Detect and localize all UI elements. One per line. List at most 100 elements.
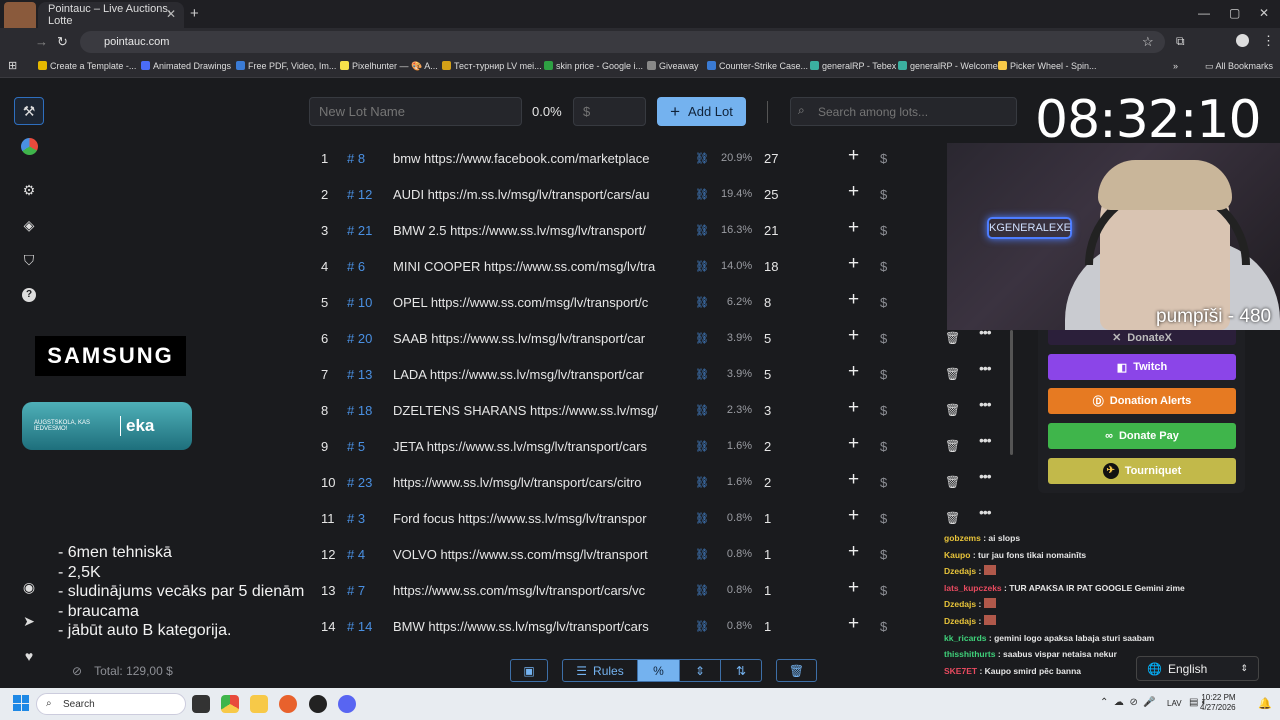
bookmark-10[interactable]: Picker Wheel - Spin... <box>998 61 1097 71</box>
dollar-icon[interactable]: $ <box>880 439 887 454</box>
all-bookmarks[interactable]: ▭ All Bookmarks <box>1205 61 1273 72</box>
lot-amount[interactable]: 5 <box>764 367 771 382</box>
lot-name[interactable]: AUDI https://m.ss.lv/msg/lv/transport/ca… <box>393 187 676 202</box>
lot-id[interactable]: # 23 <box>347 475 372 490</box>
rules-button[interactable]: ☰ Rules <box>562 659 638 682</box>
link-icon[interactable]: ⛓ <box>695 620 709 633</box>
donatex-button[interactable]: ✕ DonateX <box>1048 330 1236 345</box>
lot-id[interactable]: # 8 <box>347 151 365 166</box>
lots-scrollbar[interactable] <box>1010 330 1013 455</box>
lot-name[interactable]: Ford focus https://www.ss.lv/msg/lv/tran… <box>393 511 676 526</box>
lot-id[interactable]: # 7 <box>347 583 365 598</box>
more-options-icon[interactable]: ••• <box>979 468 992 484</box>
lot-name-input[interactable] <box>309 97 522 126</box>
lot-name[interactable]: OPEL https://www.ss.com/msg/lv/transport… <box>393 295 676 310</box>
compact-view-icon[interactable]: ⇕ <box>679 659 721 682</box>
wheel-icon[interactable] <box>14 132 44 160</box>
close-window-icon[interactable]: ✕ <box>1259 6 1269 20</box>
bookmark-8[interactable]: generalRP - Tebex <box>810 61 896 71</box>
percent-toggle-icon[interactable]: % <box>637 659 680 682</box>
add-amount-icon[interactable]: + <box>848 145 859 167</box>
lot-id[interactable]: # 18 <box>347 403 372 418</box>
add-amount-icon[interactable]: + <box>848 253 859 275</box>
dollar-icon[interactable]: $ <box>880 475 887 490</box>
twitch-button[interactable]: ◧ Twitch <box>1048 354 1236 380</box>
lot-amount[interactable]: 18 <box>764 259 778 274</box>
bookmark-5[interactable]: skin price - Google i... <box>544 61 643 71</box>
tourniquet-button[interactable]: ✈ Tourniquet <box>1048 458 1236 484</box>
add-lot-button[interactable]: + Add Lot <box>657 97 746 126</box>
lot-name[interactable]: BMW 2.5 https://www.ss.lv/msg/lv/transpo… <box>393 223 676 238</box>
trash-icon[interactable]: 🗑 <box>945 511 960 525</box>
language-select[interactable]: 🌐 English ⇕ <box>1136 656 1259 681</box>
more-bookmarks-icon[interactable]: » <box>1173 61 1178 71</box>
link-icon[interactable]: ⛓ <box>695 512 709 525</box>
amount-input[interactable] <box>573 97 646 126</box>
add-amount-icon[interactable]: + <box>848 217 859 239</box>
trash-icon[interactable]: 🗑 <box>945 331 960 345</box>
lot-amount[interactable]: 1 <box>764 619 771 634</box>
more-options-icon[interactable]: ••• <box>979 432 992 448</box>
dollar-icon[interactable]: $ <box>880 151 887 166</box>
lot-id[interactable]: # 10 <box>347 295 372 310</box>
taskbar-search[interactable]: ⌕ Search <box>36 693 186 715</box>
lot-id[interactable]: # 21 <box>347 223 372 238</box>
link-icon[interactable]: ⛓ <box>695 404 709 417</box>
discord-icon[interactable] <box>338 695 356 713</box>
link-icon[interactable]: ⛓ <box>695 188 709 201</box>
bookmark-2[interactable]: Free PDF, Video, Im... <box>236 61 336 71</box>
bookmark-7[interactable]: Counter-Strike Case... <box>707 61 808 71</box>
lot-id[interactable]: # 3 <box>347 511 365 526</box>
dollar-icon[interactable]: $ <box>880 223 887 238</box>
donate-pay-button[interactable]: ∞ Donate Pay <box>1048 423 1236 449</box>
taskbar-clock[interactable]: 10:22 PM 4/27/2026 <box>1200 693 1236 713</box>
forward-icon[interactable]: → <box>35 34 48 49</box>
dollar-icon[interactable]: $ <box>880 403 887 418</box>
dollar-icon[interactable]: $ <box>880 547 887 562</box>
lot-amount[interactable]: 1 <box>764 511 771 526</box>
help-icon[interactable]: ? <box>14 281 44 309</box>
lot-amount[interactable]: 2 <box>764 439 771 454</box>
bookmark-4[interactable]: Тест-турнир LV mei... <box>442 61 542 71</box>
lot-amount[interactable]: 5 <box>764 331 771 346</box>
lot-name[interactable]: https://www.ss.com/msg/lv/transport/cars… <box>393 583 676 598</box>
lot-id[interactable]: # 5 <box>347 439 365 454</box>
add-amount-icon[interactable]: + <box>848 577 859 599</box>
link-icon[interactable]: ⛓ <box>695 296 709 309</box>
minimize-icon[interactable]: — <box>1198 6 1210 20</box>
dollar-icon[interactable]: $ <box>880 619 887 634</box>
file-explorer-icon[interactable] <box>250 695 268 713</box>
obs-icon[interactable] <box>309 695 327 713</box>
more-options-icon[interactable]: ••• <box>979 504 992 520</box>
task-view-icon[interactable] <box>192 695 210 713</box>
lot-name[interactable]: DZELTENS SHARANS https://www.ss.lv/msg/ <box>393 403 676 418</box>
donate-hand-icon[interactable]: ♥ <box>14 642 44 670</box>
lot-name[interactable]: bmw https://www.facebook.com/marketplace <box>393 151 676 166</box>
dollar-icon[interactable]: $ <box>880 259 887 274</box>
more-options-icon[interactable]: ••• <box>979 396 992 412</box>
reload-icon[interactable]: ↻ <box>57 34 68 50</box>
lot-id[interactable]: # 4 <box>347 547 365 562</box>
url-field[interactable]: pointauc.com <box>80 31 1165 53</box>
trash-icon[interactable]: 🗑 <box>945 403 960 417</box>
menu-kebab-icon[interactable]: ⋮ <box>1262 33 1275 49</box>
add-amount-icon[interactable]: + <box>848 613 859 635</box>
bookmark-6[interactable]: Giveaway <box>647 61 699 71</box>
link-icon[interactable]: ⛓ <box>695 332 709 345</box>
new-tab-icon[interactable]: + <box>190 5 199 22</box>
bookmark-1[interactable]: Animated Drawings <box>141 61 231 71</box>
save-icon[interactable]: ▣ <box>510 659 548 682</box>
lot-amount[interactable]: 8 <box>764 295 771 310</box>
trash-icon[interactable]: 🗑 <box>945 439 960 453</box>
lot-amount[interactable]: 27 <box>764 151 778 166</box>
bookmark-star-icon[interactable]: ☆ <box>1142 34 1154 50</box>
link-icon[interactable]: ⛓ <box>695 368 709 381</box>
dollar-icon[interactable]: $ <box>880 331 887 346</box>
lot-id[interactable]: # 12 <box>347 187 372 202</box>
sort-icon[interactable]: ⇅ <box>720 659 762 682</box>
link-icon[interactable]: ⛓ <box>695 152 709 165</box>
dollar-icon[interactable]: $ <box>880 367 887 382</box>
add-amount-icon[interactable]: + <box>848 505 859 527</box>
hide-eye-icon[interactable]: ⊘ <box>72 664 82 678</box>
lot-amount[interactable]: 3 <box>764 403 771 418</box>
